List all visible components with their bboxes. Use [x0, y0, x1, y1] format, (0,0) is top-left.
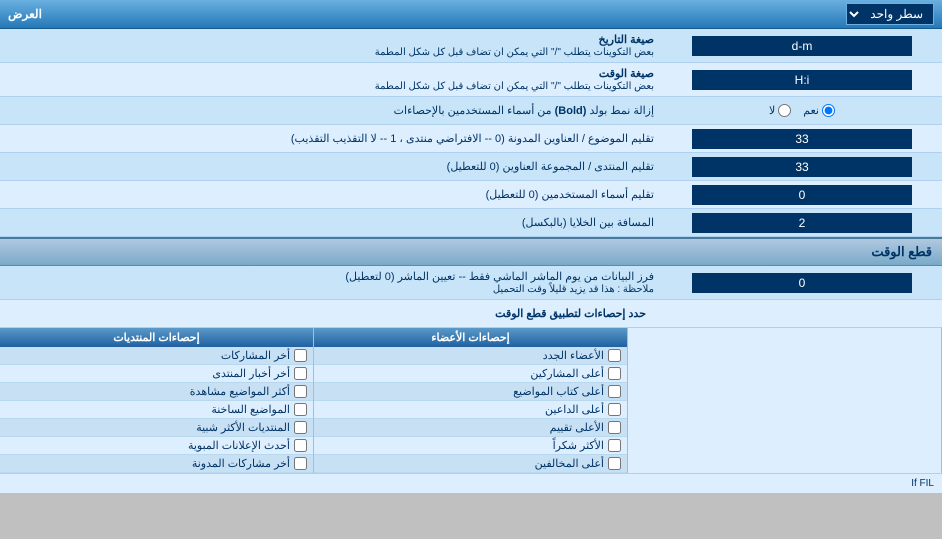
stats-members-check-6[interactable] — [608, 457, 621, 470]
stats-members-check-4[interactable] — [608, 421, 621, 434]
stats-members-header: إحصاءات الأعضاء — [314, 328, 627, 347]
stats-limit-label: حدد إحصاءات لتطبيق قطع الوقت — [8, 303, 654, 324]
stats-forums-check-3[interactable] — [294, 403, 307, 416]
cutoff-section-header: قطع الوقت — [0, 237, 942, 266]
stats-members-item-4: الأعلى تقييم — [314, 419, 627, 437]
time-format-label: صيغة الوقت بعض التكوينات يتطلب "/" التي … — [0, 63, 662, 96]
users-names-label: تقليم أسماء المستخدمين (0 للتعطيل) — [0, 184, 662, 205]
stats-columns: إحصاءات الأعضاء الأعضاء الجدد أعلى المشا… — [0, 328, 942, 473]
forum-subject-label: تقليم الموضوع / العناوين المدونة (0 -- ا… — [0, 128, 662, 149]
forum-group-label: تقليم المنتدى / المجموعة العناوين (0 للت… — [0, 156, 662, 177]
forum-subject-input[interactable] — [692, 129, 912, 149]
stats-forums-check-0[interactable] — [294, 349, 307, 362]
stats-forums-header: إحصاءات المنتديات — [0, 328, 313, 347]
cutoff-label: فرز البيانات من يوم الماشر الماشي فقط --… — [0, 266, 662, 299]
cutoff-title: قطع الوقت — [871, 244, 932, 259]
if-fil-note: If FIL — [911, 478, 934, 489]
date-format-label: صيغة التاريخ بعض التكوينات يتطلب "/" الت… — [0, 29, 662, 62]
stats-forums-col: إحصاءات المنتديات أخر المشاركات أخر أخبا… — [0, 328, 314, 473]
distance-input-wrap — [662, 211, 942, 235]
users-names-input[interactable] — [692, 185, 912, 205]
stats-forums-item-4: المنتديات الأكثر شبية — [0, 419, 313, 437]
users-names-input-wrap — [662, 183, 942, 207]
stats-forums-check-2[interactable] — [294, 385, 307, 398]
bottom-note: If FIL — [0, 473, 942, 493]
stats-members-check-3[interactable] — [608, 403, 621, 416]
display-select[interactable]: سطر واحد سطران ثلاثة أسطر — [846, 3, 934, 25]
top-bar: سطر واحد سطران ثلاثة أسطر العرض — [0, 0, 942, 29]
cutoff-input[interactable] — [692, 273, 912, 293]
stats-forums-check-6[interactable] — [294, 457, 307, 470]
users-names-row: تقليم أسماء المستخدمين (0 للتعطيل) — [0, 181, 942, 209]
bold-names-input-wrap: نعم لا — [662, 102, 942, 119]
stats-members-item-5: الأكثر شكراً — [314, 437, 627, 455]
stats-forums-item-1: أخر أخبار المنتدى — [0, 365, 313, 383]
bold-yes-label[interactable]: نعم — [803, 104, 835, 117]
main-container: سطر واحد سطران ثلاثة أسطر العرض صيغة الت… — [0, 0, 942, 493]
stats-forums-check-1[interactable] — [294, 367, 307, 380]
stats-forums-item-5: أحدث الإعلانات المبوية — [0, 437, 313, 455]
bold-names-label: إزالة نمط بولد (Bold) من أسماء المستخدمي… — [0, 100, 662, 121]
distance-input[interactable] — [692, 213, 912, 233]
stats-members-check-2[interactable] — [608, 385, 621, 398]
stats-forums-item-2: أكثر المواضيع مشاهدة — [0, 383, 313, 401]
bold-no-label[interactable]: لا — [769, 104, 791, 117]
stats-members-item-2: أعلى كتاب المواضيع — [314, 383, 627, 401]
stats-members-check-0[interactable] — [608, 349, 621, 362]
forum-subject-row: تقليم الموضوع / العناوين المدونة (0 -- ا… — [0, 125, 942, 153]
stats-members-check-1[interactable] — [608, 367, 621, 380]
forum-group-input[interactable] — [692, 157, 912, 177]
stats-limit-spacer — [654, 312, 934, 316]
time-format-row: صيغة الوقت بعض التكوينات يتطلب "/" التي … — [0, 63, 942, 97]
date-format-input[interactable] — [692, 36, 912, 56]
bold-yes-radio[interactable] — [822, 104, 835, 117]
display-label: العرض — [8, 7, 42, 21]
cutoff-row: فرز البيانات من يوم الماشر الماشي فقط --… — [0, 266, 942, 300]
stats-forums-check-5[interactable] — [294, 439, 307, 452]
forum-group-input-wrap — [662, 155, 942, 179]
stats-forums-item-3: المواضيع الساخنة — [0, 401, 313, 419]
time-format-input[interactable] — [692, 70, 912, 90]
time-format-input-wrap — [662, 68, 942, 92]
stats-forums-item-6: أخر مشاركات المدونة — [0, 455, 313, 473]
bold-names-row: نعم لا إزالة نمط بولد (Bold) من أسماء ال… — [0, 97, 942, 125]
bold-no-radio[interactable] — [778, 104, 791, 117]
stats-members-check-5[interactable] — [608, 439, 621, 452]
date-format-row: صيغة التاريخ بعض التكوينات يتطلب "/" الت… — [0, 29, 942, 63]
forum-group-row: تقليم المنتدى / المجموعة العناوين (0 للت… — [0, 153, 942, 181]
stats-members-col: إحصاءات الأعضاء الأعضاء الجدد أعلى المشا… — [314, 328, 628, 473]
stats-members-item-6: أعلى المخالفين — [314, 455, 627, 473]
stats-forums-item-0: أخر المشاركات — [0, 347, 313, 365]
forum-subject-input-wrap — [662, 127, 942, 151]
cutoff-input-wrap — [662, 271, 942, 295]
stats-limit-row: حدد إحصاءات لتطبيق قطع الوقت — [0, 300, 942, 328]
bold-names-radio-group: نعم لا — [769, 104, 835, 117]
stats-members-item-0: الأعضاء الجدد — [314, 347, 627, 365]
distance-label: المسافة بين الخلايا (بالبكسل) — [0, 212, 662, 233]
stats-members-item-3: أعلى الداعين — [314, 401, 627, 419]
date-format-input-wrap — [662, 34, 942, 58]
stats-label-area — [628, 328, 942, 473]
stats-members-item-1: أعلى المشاركين — [314, 365, 627, 383]
distance-row: المسافة بين الخلايا (بالبكسل) — [0, 209, 942, 237]
stats-forums-check-4[interactable] — [294, 421, 307, 434]
